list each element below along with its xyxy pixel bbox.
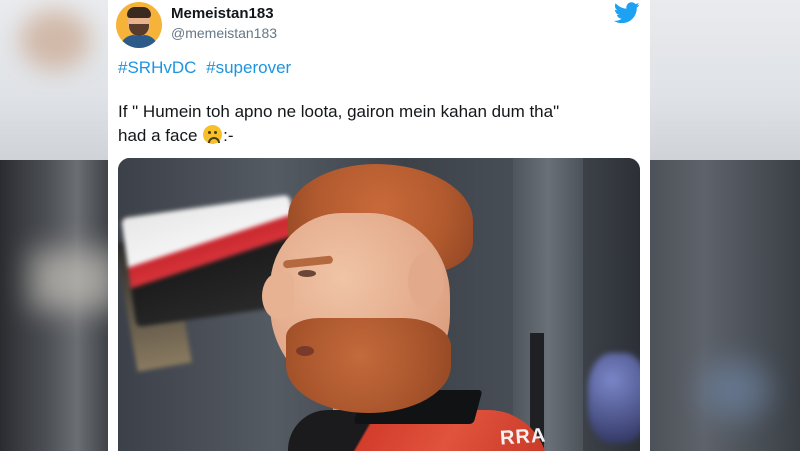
twitter-bird-icon[interactable] (614, 2, 640, 24)
background-blob (20, 10, 90, 70)
jersey-text: RRA (499, 424, 548, 450)
hashtag-link[interactable]: #superover (206, 58, 291, 77)
slightly-frowning-face-emoji (203, 125, 223, 144)
tweet-card: Memeistan183 @memeistan183 #SRHvDC #supe… (108, 0, 650, 451)
tweet-text: If " Humein toh apno ne loota, gairon me… (118, 100, 638, 148)
avatar[interactable] (116, 2, 162, 48)
tweet-text-fragment: had a face (118, 126, 198, 145)
display-name[interactable]: Memeistan183 (171, 5, 274, 22)
tweet-text-fragment: :- (223, 126, 234, 145)
background-blob (700, 360, 770, 420)
tweet-text-line: If " Humein toh apno ne loota, gairon me… (118, 102, 560, 121)
background-blob (30, 250, 120, 310)
tweet-media-image[interactable]: RRA (118, 158, 640, 451)
tweet-text-line: had a face :- (118, 124, 638, 148)
user-handle[interactable]: @memeistan183 (171, 25, 277, 41)
hashtag-list: #SRHvDC #superover (118, 58, 296, 78)
hashtag-link[interactable]: #SRHvDC (118, 58, 196, 77)
